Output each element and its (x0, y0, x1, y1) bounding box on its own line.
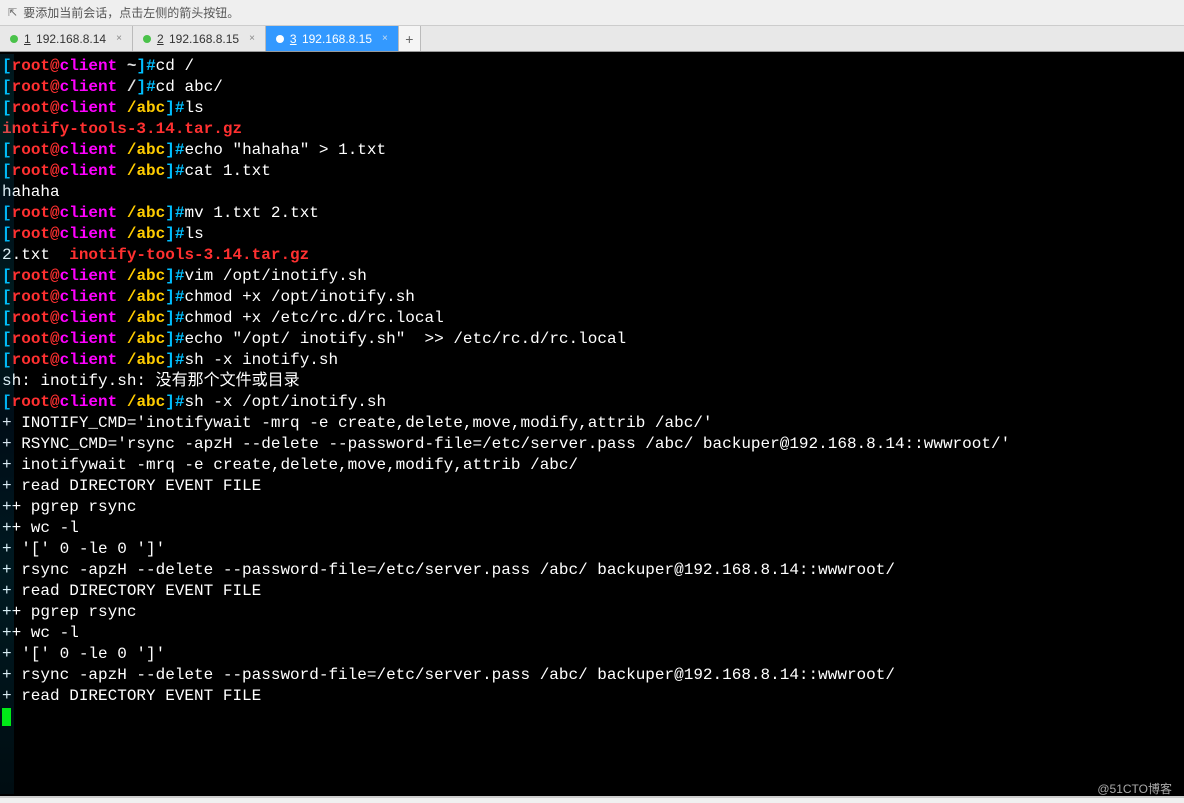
top-hint-bar: ⇱ 要添加当前会话，点击左侧的箭头按钮。 (0, 0, 1184, 26)
tab-bar: 1 192.168.8.14 × 2 192.168.8.15 × 3 192.… (0, 26, 1184, 52)
tab-label: 192.168.8.15 (302, 32, 372, 46)
tab-num: 2 (157, 32, 164, 46)
terminal-line: [root@client ~]#cd / (2, 56, 1182, 77)
terminal-line: [root@client /abc]#echo "hahaha" > 1.txt (2, 140, 1182, 161)
terminal-line: ++ pgrep rsync (2, 497, 1182, 518)
terminal-line: + INOTIFY_CMD='inotifywait -mrq -e creat… (2, 413, 1182, 434)
tab-label: 192.168.8.14 (36, 32, 106, 46)
terminal-line: + read DIRECTORY EVENT FILE (2, 686, 1182, 707)
terminal-line: + '[' 0 -le 0 ']' (2, 539, 1182, 560)
terminal-line: [root@client /abc]#ls (2, 98, 1182, 119)
tab-label: 192.168.8.15 (169, 32, 239, 46)
terminal-line: [root@client /abc]#ls (2, 224, 1182, 245)
terminal-line: inotify-tools-3.14.tar.gz (2, 119, 1182, 140)
terminal-line: + rsync -apzH --delete --password-file=/… (2, 665, 1182, 686)
tab-num: 3 (290, 32, 297, 46)
terminal-line: [root@client /abc]#mv 1.txt 2.txt (2, 203, 1182, 224)
close-icon[interactable]: × (382, 33, 388, 44)
terminal-output[interactable]: [root@client ~]#cd /[root@client /]#cd a… (0, 52, 1184, 798)
tab-2[interactable]: 2 192.168.8.15 × (133, 26, 266, 51)
tab-num: 1 (24, 32, 31, 46)
close-icon[interactable]: × (116, 33, 122, 44)
add-tab-button[interactable]: + (399, 26, 421, 51)
status-dot-icon (276, 35, 284, 43)
terminal-line: [root@client /abc]#echo "/opt/ inotify.s… (2, 329, 1182, 350)
status-dot-icon (143, 35, 151, 43)
terminal-line: [root@client /abc]#sh -x /opt/inotify.sh (2, 392, 1182, 413)
status-dot-icon (10, 35, 18, 43)
terminal-line: + '[' 0 -le 0 ']' (2, 644, 1182, 665)
terminal-line: + read DIRECTORY EVENT FILE (2, 476, 1182, 497)
terminal-line: [root@client /abc]#chmod +x /opt/inotify… (2, 287, 1182, 308)
tab-1[interactable]: 1 192.168.8.14 × (0, 26, 133, 51)
add-session-arrow-icon[interactable]: ⇱ (8, 6, 17, 19)
terminal-line: [root@client /abc]#sh -x inotify.sh (2, 350, 1182, 371)
terminal-line: + inotifywait -mrq -e create,delete,move… (2, 455, 1182, 476)
terminal-line: [root@client /abc]#cat 1.txt (2, 161, 1182, 182)
terminal-line: [root@client /]#cd abc/ (2, 77, 1182, 98)
terminal-line: hahaha (2, 182, 1182, 203)
terminal-line: ++ wc -l (2, 623, 1182, 644)
tab-3[interactable]: 3 192.168.8.15 × (266, 26, 399, 51)
watermark: @51CTO博客 (1097, 780, 1172, 797)
terminal-line: ++ wc -l (2, 518, 1182, 539)
terminal-line: [root@client /abc]#chmod +x /etc/rc.d/rc… (2, 308, 1182, 329)
cursor-icon (2, 708, 11, 726)
terminal-line: sh: inotify.sh: 没有那个文件或目录 (2, 371, 1182, 392)
terminal-line: + read DIRECTORY EVENT FILE (2, 581, 1182, 602)
terminal-line: 2.txt inotify-tools-3.14.tar.gz (2, 245, 1182, 266)
terminal-line: + RSYNC_CMD='rsync -apzH --delete --pass… (2, 434, 1182, 455)
terminal-line: + rsync -apzH --delete --password-file=/… (2, 560, 1182, 581)
close-icon[interactable]: × (249, 33, 255, 44)
terminal-line: [root@client /abc]#vim /opt/inotify.sh (2, 266, 1182, 287)
terminal-line: ++ pgrep rsync (2, 602, 1182, 623)
terminal-cursor-line (2, 707, 1182, 728)
top-hint-text: 要添加当前会话，点击左侧的箭头按钮。 (23, 4, 239, 21)
